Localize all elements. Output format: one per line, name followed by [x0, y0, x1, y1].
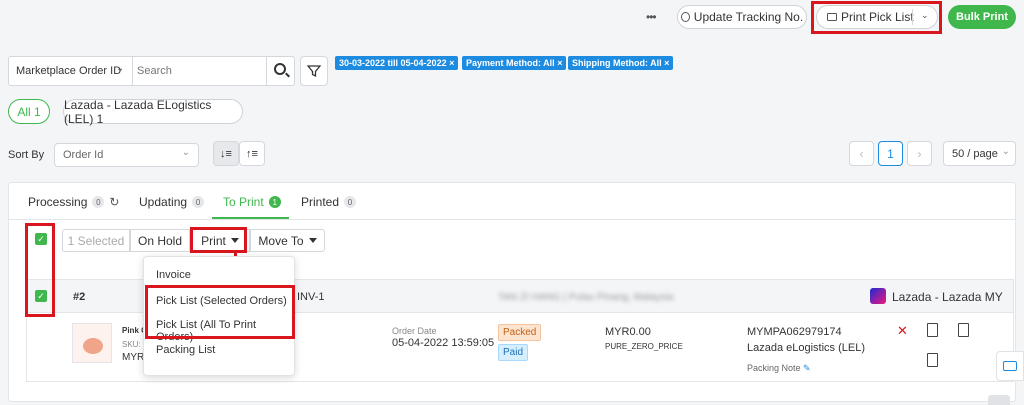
tab-to-print[interactable]: To Print 1 — [223, 195, 281, 209]
sort-desc-button[interactable]: ↓≡ — [213, 141, 239, 166]
on-hold-label: On Hold — [137, 233, 183, 248]
payment-code: PURE_ZERO_PRICE — [605, 342, 683, 351]
order-number: #2 — [73, 291, 86, 303]
cancel-icon[interactable]: ✕ — [897, 323, 908, 339]
chevron-down-icon: ⌄ — [116, 63, 125, 74]
chevron-down-icon: ⌄ — [1001, 146, 1010, 157]
packing-note-label: Packing Note — [747, 363, 801, 373]
sort-desc-icon: ↓≡ — [220, 147, 232, 160]
move-to-label: Move To — [258, 233, 304, 248]
update-tracking-label: Update Tracking No. — [693, 10, 804, 24]
tab-count: 0 — [92, 196, 105, 208]
tab-count: 0 — [192, 196, 205, 208]
order-date-label: Order Date — [392, 326, 437, 336]
refresh-icon[interactable]: ↻ — [109, 195, 119, 209]
selected-count-label: 1 Selected — [67, 233, 125, 248]
status-badge-paid: Paid — [498, 344, 529, 361]
page-1-button[interactable]: 1 — [878, 141, 903, 166]
update-tracking-button[interactable]: Update Tracking No. — [677, 5, 807, 29]
next-page-button[interactable]: › — [907, 141, 932, 166]
inbox-icon — [1003, 361, 1017, 371]
per-page-select[interactable]: 50 / page ⌄ — [943, 141, 1016, 166]
channel-pill-label: All 1 — [17, 104, 41, 119]
product-image — [83, 338, 103, 354]
highlight-checkboxes — [25, 223, 55, 317]
tab-label: Updating — [139, 195, 188, 209]
chevron-down-icon: ⌄ — [181, 147, 190, 158]
move-to-dropdown-button[interactable]: Move To — [250, 229, 325, 252]
refresh-doc-icon — [680, 12, 690, 22]
order-amount: MYR0.00 — [605, 326, 651, 338]
shipping-provider: Lazada eLogistics (LEL) — [747, 342, 866, 354]
picklist-doc-icon[interactable] — [958, 323, 969, 337]
tab-label: To Print — [223, 195, 264, 209]
search-divider-2 — [266, 57, 267, 85]
filter-chip-date[interactable]: 30-03-2022 till 05-04-2022 × — [335, 56, 459, 70]
sku-label: SKU: — [122, 340, 141, 349]
selected-count: 1 Selected — [62, 229, 130, 252]
search-icon-handle — [285, 72, 290, 78]
menu-item-invoice[interactable]: Invoice — [144, 269, 294, 281]
channel-pill-all[interactable]: All 1 — [8, 99, 50, 124]
highlight-print-button — [190, 227, 247, 253]
per-page-value: 50 / page — [952, 147, 998, 160]
scroll-top-button[interactable] — [988, 395, 1010, 405]
close-icon[interactable]: × — [664, 58, 669, 68]
inbox-float-button[interactable] — [996, 351, 1024, 381]
status-badge-packed: Packed — [498, 324, 542, 341]
tabs-divider — [9, 219, 1015, 220]
filter-chip-label: Shipping Method: All — [572, 58, 662, 68]
prev-page-button[interactable]: ‹ — [849, 141, 874, 166]
filter-button[interactable] — [300, 56, 328, 86]
channel-pill-label: Lazada - Lazada ELogistics (LEL) 1 — [64, 97, 212, 126]
search-divider — [132, 57, 133, 85]
product-price: MYR — [122, 352, 145, 363]
tab-label: Printed — [301, 195, 340, 209]
bulk-print-button[interactable]: Bulk Print — [948, 5, 1016, 29]
search-group: Marketplace Order ID ⌄ — [8, 56, 295, 86]
close-icon[interactable]: × — [557, 58, 562, 68]
search-field-select[interactable]: Marketplace Order ID — [16, 65, 121, 77]
caret-down-icon — [308, 238, 317, 243]
sort-by-label: Sort By — [8, 149, 45, 161]
search-input[interactable] — [137, 61, 262, 81]
filter-chip-payment[interactable]: Payment Method: All × — [462, 56, 567, 70]
pencil-icon: ✎ — [803, 363, 811, 373]
tab-label: Processing — [28, 195, 88, 209]
packing-note-link[interactable]: Packing Note ✎ — [747, 363, 811, 374]
marketplace-name: Lazada - Lazada MY — [892, 290, 1003, 304]
tab-printed[interactable]: Printed 0 — [301, 195, 357, 209]
order-date: 05-04-2022 13:59:05 — [392, 337, 495, 349]
sort-select-value: Order Id — [63, 149, 104, 161]
tab-count: 0 — [344, 196, 357, 208]
channel-pill-lazada[interactable]: Lazada - Lazada ELogistics (LEL) 1 — [63, 97, 243, 126]
packinglist-doc-icon[interactable] — [927, 353, 938, 367]
filter-chip-label: 30-03-2022 till 05-04-2022 — [339, 58, 447, 68]
highlight-print-pick-list — [811, 1, 942, 34]
invoice-number: INV-1 — [297, 291, 325, 303]
lazada-logo — [870, 288, 886, 304]
sort-asc-button[interactable]: ↑≡ — [239, 141, 265, 166]
filter-chip-label: Payment Method: All — [466, 58, 555, 68]
bulk-print-label: Bulk Print — [956, 11, 1008, 23]
chevron-left-icon: ‹ — [859, 146, 864, 161]
filter-chip-shipping[interactable]: Shipping Method: All × — [568, 56, 674, 70]
product-thumbnail[interactable] — [72, 323, 112, 363]
tab-processing[interactable]: Processing 0 ↻ — [28, 195, 119, 209]
sort-asc-icon: ↑≡ — [246, 147, 258, 160]
tab-count: 1 — [268, 196, 281, 208]
sort-select[interactable]: Order Id ⌄ — [54, 143, 199, 167]
chevron-right-icon: › — [917, 146, 922, 161]
menu-item-packing-list[interactable]: Packing List — [144, 344, 294, 356]
customer-info-blurred: TAN ZI HANG | Pulau Pinang, Malaysia — [498, 292, 674, 303]
highlight-pick-list-options — [145, 285, 295, 339]
close-icon[interactable]: × — [449, 58, 454, 68]
funnel-icon — [307, 65, 321, 78]
tracking-number: MYMPA062979174 — [747, 326, 842, 338]
tab-updating[interactable]: Updating 0 — [139, 195, 205, 209]
on-hold-button[interactable]: On Hold — [130, 229, 190, 252]
more-options-button[interactable]: ••• — [646, 10, 657, 24]
invoice-doc-icon[interactable] — [927, 323, 938, 337]
page-number: 1 — [887, 146, 894, 161]
